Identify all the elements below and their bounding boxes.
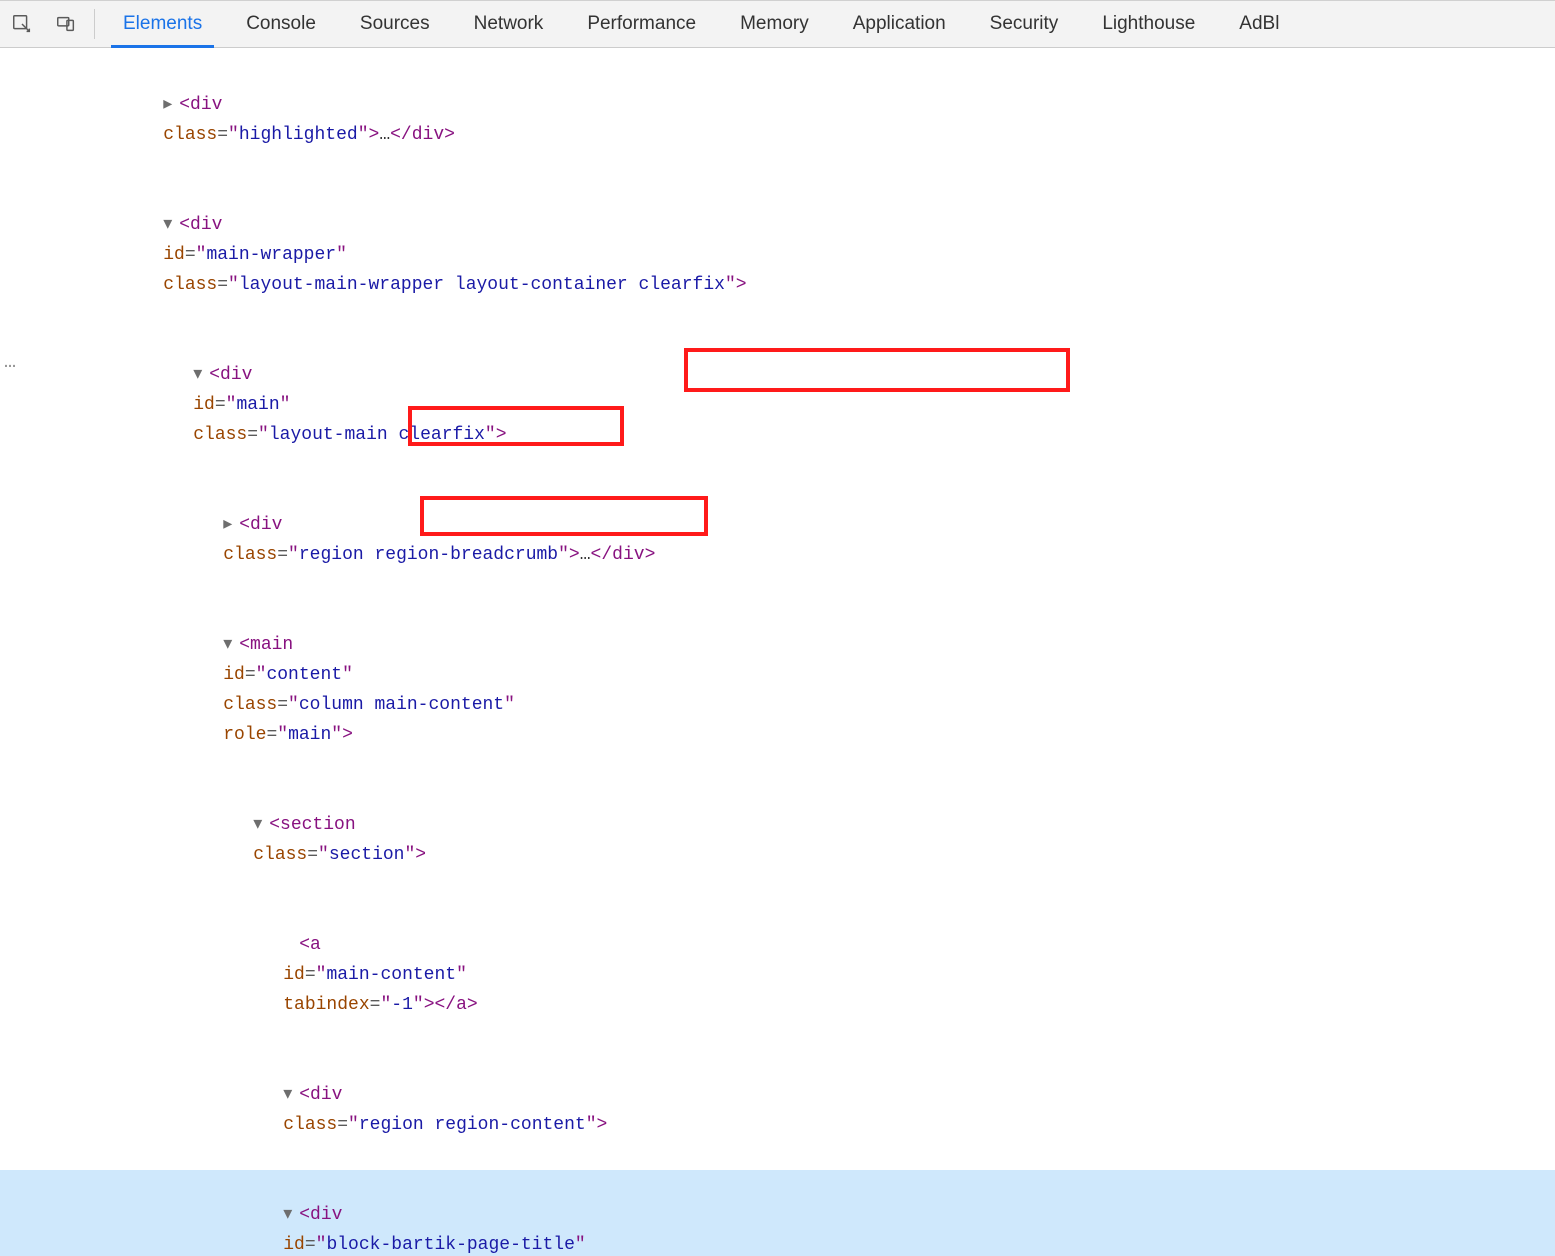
inspect-icon[interactable] <box>0 1 44 47</box>
tab-lighthouse[interactable]: Lighthouse <box>1080 1 1217 47</box>
dom-node[interactable]: ▾<main id="content" class="column main-c… <box>0 600 1555 780</box>
tab-memory[interactable]: Memory <box>718 1 831 47</box>
tab-sources[interactable]: Sources <box>338 1 452 47</box>
expand-arrow-icon[interactable]: ▸ <box>163 90 179 120</box>
dom-node[interactable]: ▾<div class="region region-content"> <box>0 1050 1555 1170</box>
devtools-toolbar: Elements Console Sources Network Perform… <box>0 0 1555 48</box>
device-toolbar-icon[interactable] <box>44 1 88 47</box>
dom-node[interactable]: ▾<section class="section"> <box>0 780 1555 900</box>
tab-performance[interactable]: Performance <box>565 1 718 47</box>
dom-node-selected[interactable]: ▾<div id="block-bartik-page-title" class… <box>0 1170 1555 1256</box>
expand-arrow-icon[interactable]: ▾ <box>223 630 239 660</box>
expand-arrow-icon[interactable]: ▾ <box>163 210 179 240</box>
tab-adblock[interactable]: AdBl <box>1217 1 1301 47</box>
tab-application[interactable]: Application <box>831 1 968 47</box>
expand-arrow-icon[interactable]: ▾ <box>193 360 209 390</box>
dom-node[interactable]: ▸<div class="highlighted">…</div> <box>0 60 1555 180</box>
dom-node[interactable]: ▾<div id="main-wrapper" class="layout-ma… <box>0 180 1555 330</box>
expand-arrow-icon[interactable]: ▾ <box>253 810 269 840</box>
expand-arrow-icon[interactable]: ▸ <box>223 510 239 540</box>
dom-tree[interactable]: … ▸<div class="highlighted">…</div> ▾<di… <box>0 48 1555 1256</box>
tab-console[interactable]: Console <box>224 1 338 47</box>
overflow-gutter-icon[interactable]: … <box>4 348 14 378</box>
expand-arrow-icon[interactable]: ▾ <box>283 1200 299 1230</box>
tab-network[interactable]: Network <box>452 1 566 47</box>
tab-security[interactable]: Security <box>968 1 1081 47</box>
expand-arrow-icon[interactable]: ▾ <box>283 1080 299 1110</box>
dom-node[interactable]: ▾<div id="main" class="layout-main clear… <box>0 330 1555 480</box>
tab-elements[interactable]: Elements <box>101 1 224 47</box>
toolbar-divider <box>94 9 95 39</box>
dom-node[interactable]: ▸<div class="region region-breadcrumb">…… <box>0 480 1555 600</box>
dom-node[interactable]: <a id="main-content" tabindex="-1"></a> <box>0 900 1555 1050</box>
